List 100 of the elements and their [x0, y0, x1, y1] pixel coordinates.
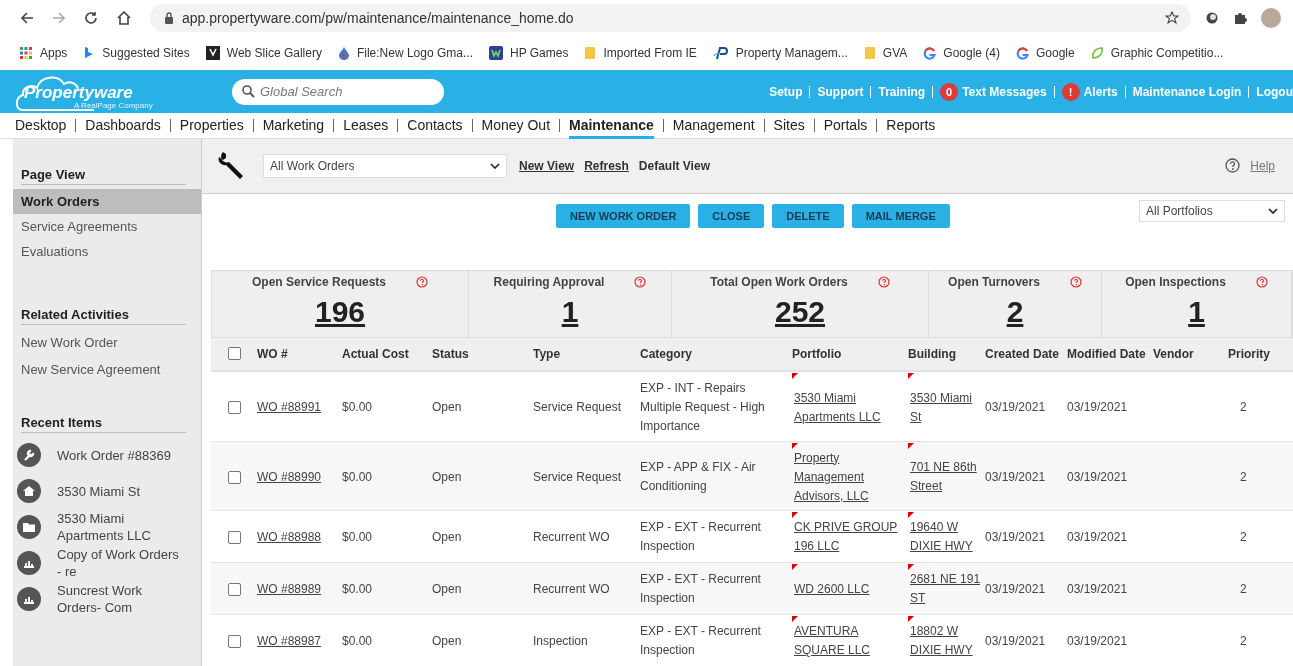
nav-tab[interactable]: Dashboards: [85, 112, 161, 139]
sidebar-item[interactable]: Evaluations: [13, 239, 201, 264]
sidebar-item[interactable]: Work Orders: [13, 189, 201, 214]
nav-tab[interactable]: Contacts: [407, 112, 463, 139]
nav-tab[interactable]: Leases: [343, 112, 389, 139]
work-order-link[interactable]: WO #88987: [257, 631, 342, 651]
action-button[interactable]: CLOSE: [698, 203, 765, 228]
bookmark[interactable]: Graphic Competitio...: [1090, 46, 1224, 60]
sidebar-item[interactable]: Service Agreements: [13, 214, 201, 239]
column-header[interactable]: Category: [640, 346, 792, 361]
building-link[interactable]: 701 NE 86th Street: [910, 458, 981, 496]
sidebar-link[interactable]: New Service Agreement: [13, 356, 201, 383]
column-header[interactable]: WO #: [257, 346, 342, 361]
forward-icon[interactable]: [52, 11, 66, 25]
building-link[interactable]: 3530 Miami St: [910, 388, 981, 427]
help-icon[interactable]: [1225, 158, 1241, 174]
nav-tab[interactable]: Money Out: [481, 112, 551, 139]
bookmark[interactable]: Suggested Sites: [83, 46, 190, 60]
column-header[interactable]: Portfolio: [792, 346, 908, 361]
portfolio-link[interactable]: CK PRIVE GROUP 196 LLC: [794, 518, 904, 556]
lock-icon: [164, 12, 174, 24]
portfolio-link[interactable]: WD 2600 LLC: [794, 579, 870, 599]
portfolio-link[interactable]: Property Management Advisors, LLC: [794, 448, 904, 506]
star-icon[interactable]: [1165, 11, 1179, 25]
bookmark[interactable]: HP Games: [488, 46, 569, 60]
nav-tab[interactable]: Portals: [823, 112, 868, 139]
portfolio-link[interactable]: 3530 Miami Apartments LLC: [794, 388, 904, 427]
column-header[interactable]: Status: [432, 346, 533, 361]
row-checkbox[interactable]: [227, 634, 241, 648]
row-checkbox[interactable]: [227, 401, 241, 414]
help-icon[interactable]: [877, 276, 890, 289]
building-link[interactable]: 19640 W DIXIE HWY: [910, 518, 981, 556]
work-order-link[interactable]: WO #88991: [257, 398, 342, 417]
recent-item-link[interactable]: 3530 Miami St: [57, 482, 182, 500]
bookmark[interactable]: Apps: [20, 46, 68, 60]
recent-item-link[interactable]: Work Order #88369: [57, 446, 182, 464]
stat-value-link[interactable]: 1: [561, 295, 579, 330]
nav-tab[interactable]: Reports: [886, 112, 936, 139]
default-view-label: Default View: [638, 158, 710, 173]
help-icon[interactable]: [1069, 276, 1082, 289]
action-button[interactable]: NEW WORK ORDER: [556, 203, 691, 228]
nav-tab[interactable]: Marketing: [262, 112, 325, 139]
help-icon[interactable]: [634, 276, 647, 289]
help-icon[interactable]: [1255, 276, 1268, 289]
help-link[interactable]: Help: [1250, 158, 1275, 173]
table-cell-text: EXP - EXT - Recurrent Inspection: [640, 571, 762, 607]
home-icon[interactable]: [116, 11, 132, 25]
stat-value-link[interactable]: 196: [314, 295, 366, 330]
table-cell-text: Open: [432, 399, 463, 416]
reload-icon[interactable]: [84, 11, 98, 25]
portfolio-select[interactable]: All Portfolios: [1139, 199, 1285, 222]
row-checkbox[interactable]: [227, 582, 241, 596]
bookmark[interactable]: Web Slice Gallery: [205, 46, 322, 60]
recent-item-link[interactable]: Copy of Work Orders - re: [57, 546, 182, 580]
nav-tab[interactable]: Properties: [179, 112, 244, 139]
portfolio-link[interactable]: AVENTURA SQUARE LLC: [794, 622, 904, 660]
stat-value-link[interactable]: 2: [1006, 295, 1024, 330]
back-icon[interactable]: [20, 11, 34, 25]
nav-tab[interactable]: Desktop: [15, 112, 67, 139]
stat-value-link[interactable]: 252: [774, 295, 826, 330]
nav-tab[interactable]: Management: [672, 112, 755, 139]
stat-value-link[interactable]: 1: [1188, 295, 1205, 330]
row-checkbox[interactable]: [227, 470, 241, 484]
help-icon[interactable]: [416, 276, 429, 289]
sidebar-link[interactable]: New Work Order: [13, 329, 201, 356]
work-order-link[interactable]: WO #88990: [257, 467, 342, 487]
building-link[interactable]: 18802 W DIXIE HWY: [910, 622, 981, 660]
column-header[interactable]: Priority: [1228, 346, 1291, 361]
bookmark[interactable]: File:New Logo Gma...: [337, 46, 473, 60]
building-link[interactable]: 2681 NE 191 ST: [910, 570, 981, 608]
puzzle-icon[interactable]: [1233, 11, 1247, 25]
column-header[interactable]: Type: [533, 346, 640, 361]
extension-icon[interactable]: [1205, 11, 1219, 25]
bookmark[interactable]: Google (4): [923, 46, 1000, 60]
work-order-link[interactable]: WO #88989: [257, 579, 342, 599]
column-header[interactable]: Building: [908, 346, 985, 361]
recent-item-link[interactable]: 3530 Miami Apartments LLC: [57, 510, 182, 544]
profile-avatar[interactable]: [1261, 8, 1281, 28]
bookmark[interactable]: Google: [1016, 46, 1075, 60]
bookmark[interactable]: Property Managem...: [712, 46, 848, 60]
recent-item-link[interactable]: Suncrest Work Orders- Com: [57, 582, 182, 616]
action-button[interactable]: DELETE: [772, 203, 844, 228]
select-all-checkbox[interactable]: [227, 347, 241, 361]
column-header[interactable]: Vendor: [1153, 346, 1228, 361]
table-cell-text: $0.00: [342, 399, 374, 416]
global-search-field[interactable]: Global Search: [232, 78, 444, 105]
view-select[interactable]: All Work Orders: [263, 153, 507, 178]
nav-tab[interactable]: Sites: [773, 112, 805, 139]
toolbar-link[interactable]: Refresh: [584, 158, 629, 173]
bookmark[interactable]: GVA: [863, 46, 908, 60]
toolbar-link[interactable]: New View: [519, 158, 575, 173]
row-checkbox[interactable]: [227, 530, 241, 544]
column-header[interactable]: Actual Cost: [342, 346, 432, 361]
column-header[interactable]: Modified Date: [1067, 346, 1153, 361]
column-header[interactable]: Created Date: [985, 346, 1067, 361]
address-bar[interactable]: app.propertyware.com/pw/maintenance/maintenance_home.do: [150, 4, 1191, 32]
bookmark[interactable]: Imported From IE: [584, 46, 697, 60]
p-logo-icon: [712, 46, 729, 60]
action-button[interactable]: MAIL MERGE: [851, 203, 950, 228]
work-order-link[interactable]: WO #88988: [257, 527, 342, 547]
